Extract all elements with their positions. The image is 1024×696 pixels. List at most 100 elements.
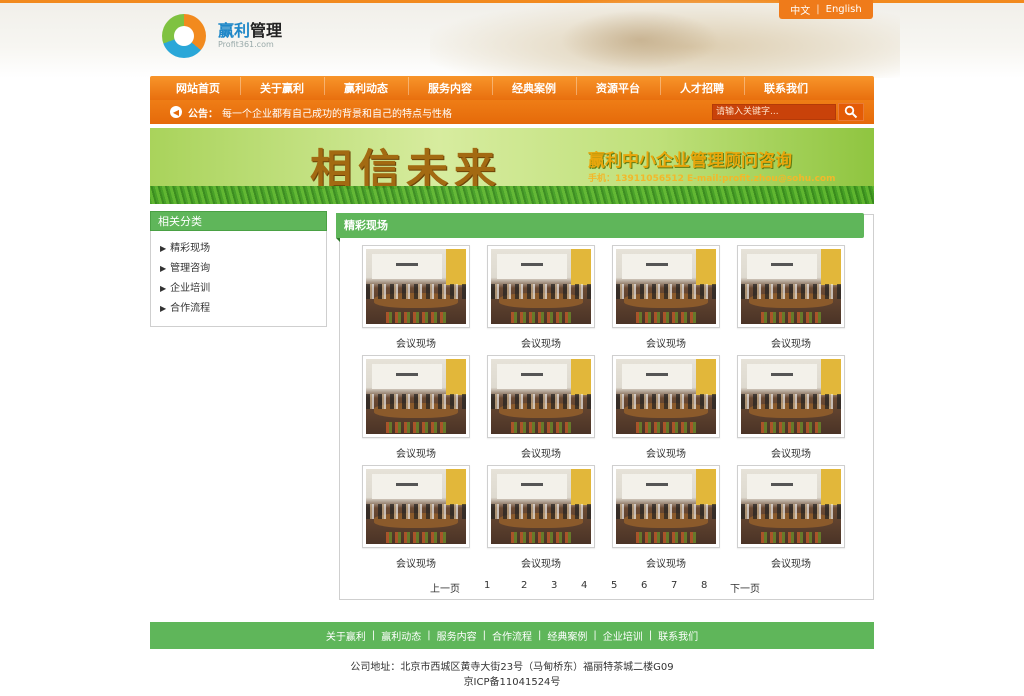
gallery-item[interactable]: 会议现场 xyxy=(612,465,720,570)
page-link[interactable]: 6 xyxy=(641,580,647,591)
gallery-thumbnail[interactable] xyxy=(362,465,470,548)
gallery-item[interactable]: 会议现场 xyxy=(487,245,595,350)
main-nav: 网站首页 关于赢利 赢利动态 服务内容 经典案例 资源平台 人才招聘 联系我们 xyxy=(150,76,874,100)
gallery-thumbnail[interactable] xyxy=(612,465,720,548)
gallery-item[interactable]: 会议现场 xyxy=(737,355,845,460)
gallery-thumbnail[interactable] xyxy=(487,465,595,548)
gallery-caption[interactable]: 会议现场 xyxy=(362,555,470,570)
gallery-item[interactable]: 会议现场 xyxy=(487,465,595,570)
footer-link[interactable]: 关于赢利 xyxy=(326,628,366,643)
lang-separator: | xyxy=(816,4,820,15)
sidebar-item[interactable]: ▶ 精彩现场 xyxy=(160,239,326,259)
meeting-photo xyxy=(366,469,466,544)
site-logo[interactable]: 赢利管理 Profit361.com xyxy=(162,14,282,58)
gallery-item[interactable]: 会议现场 xyxy=(362,245,470,350)
sidebar-item[interactable]: ▶ 管理咨询 xyxy=(160,259,326,279)
gallery-caption[interactable]: 会议现场 xyxy=(737,335,845,350)
notice-text[interactable]: 每一个企业都有自己成功的背景和自己的特点与性格 xyxy=(222,105,452,120)
page-link[interactable]: 1 xyxy=(484,580,490,591)
next-page-link[interactable]: 下一页 xyxy=(730,580,760,595)
gallery-caption[interactable]: 会议现场 xyxy=(487,335,595,350)
meeting-photo xyxy=(491,249,591,324)
gallery-thumbnail[interactable] xyxy=(487,355,595,438)
nav-item-services[interactable]: 服务内容 xyxy=(408,77,492,96)
lang-zh-link[interactable]: 中文 xyxy=(790,2,810,17)
content-title: 精彩现场 xyxy=(336,213,864,242)
nav-item-jobs[interactable]: 人才招聘 xyxy=(660,77,744,96)
gallery-thumbnail[interactable] xyxy=(612,245,720,328)
footer-separator: | xyxy=(648,630,653,641)
lang-en-link[interactable]: English xyxy=(826,4,862,15)
page-link[interactable]: 3 xyxy=(551,580,557,591)
gallery-thumbnail[interactable] xyxy=(362,355,470,438)
gallery-item[interactable]: 会议现场 xyxy=(612,245,720,350)
gallery-caption[interactable]: 会议现场 xyxy=(362,445,470,460)
page-link[interactable]: 8 xyxy=(701,580,707,591)
logo-name: 赢利管理 xyxy=(218,22,282,40)
banner-grass xyxy=(150,186,874,204)
meeting-photo xyxy=(616,249,716,324)
notice-bar: ◀ 公告： 每一个企业都有自己成功的背景和自己的特点与性格 xyxy=(150,100,874,124)
gallery-item[interactable]: 会议现场 xyxy=(487,355,595,460)
footer-link[interactable]: 合作流程 xyxy=(492,628,532,643)
gallery-thumbnail[interactable] xyxy=(362,245,470,328)
footer-link[interactable]: 经典案例 xyxy=(547,628,587,643)
gallery-caption[interactable]: 会议现场 xyxy=(612,445,720,460)
gallery-item[interactable]: 会议现场 xyxy=(737,465,845,570)
nav-item-about[interactable]: 关于赢利 xyxy=(240,77,324,96)
sidebar-item[interactable]: ▶ 合作流程 xyxy=(160,299,326,319)
gallery-thumbnail[interactable] xyxy=(737,245,845,328)
footer-info: 公司地址：北京市西城区黄寺大街23号（马甸桥东）福丽特茶城二楼G09 京ICP备… xyxy=(150,660,874,690)
page-link[interactable]: 4 xyxy=(581,580,587,591)
gallery-thumbnail[interactable] xyxy=(612,355,720,438)
gallery-thumbnail[interactable] xyxy=(737,355,845,438)
logo-name-blue: 赢利 xyxy=(218,21,251,40)
footer-link[interactable]: 联系我们 xyxy=(658,628,698,643)
magnifier-icon xyxy=(844,105,858,119)
logo-text: 赢利管理 Profit361.com xyxy=(218,22,282,50)
icp-number[interactable]: 京ICP备11041524号 xyxy=(150,675,874,690)
nav-item-cases[interactable]: 经典案例 xyxy=(492,77,576,96)
gallery-caption[interactable]: 会议现场 xyxy=(612,555,720,570)
gallery-thumbnail[interactable] xyxy=(487,245,595,328)
footer-nav: 关于赢利 | 赢利动态 | 服务内容 | 合作流程 | 经典案例 | 企业培训 | 联系我们 xyxy=(150,622,874,649)
footer-separator: | xyxy=(482,630,486,641)
search-input[interactable] xyxy=(712,104,836,120)
sidebar-title: 相关分类 xyxy=(150,211,327,231)
chevron-right-icon: ▶ xyxy=(160,284,167,293)
nav-item-resources[interactable]: 资源平台 xyxy=(576,77,660,96)
gallery-caption[interactable]: 会议现场 xyxy=(362,335,470,350)
banner-contact: 手机：13911056512 E-mail:profit.zhou@sohu.c… xyxy=(588,174,836,184)
nav-item-contact[interactable]: 联系我们 xyxy=(744,77,828,96)
sidebar-item[interactable]: ▶ 企业培训 xyxy=(160,279,326,299)
footer-link[interactable]: 赢利动态 xyxy=(381,628,421,643)
gallery-caption[interactable]: 会议现场 xyxy=(487,445,595,460)
chevron-right-icon: ▶ xyxy=(160,264,167,273)
gallery-thumbnail[interactable] xyxy=(737,465,845,548)
language-switcher: 中文 | English xyxy=(779,0,873,19)
hero-banner: 相信未来 赢利中小企业管理顾问咨询 手机：13911056512 E-mail:… xyxy=(150,128,874,204)
footer-separator: | xyxy=(593,630,597,641)
footer-link[interactable]: 服务内容 xyxy=(437,628,477,643)
prev-page-link[interactable]: 上一页 xyxy=(430,580,460,595)
gallery-item[interactable]: 会议现场 xyxy=(612,355,720,460)
sidebar-item-label: 合作流程 xyxy=(170,303,211,314)
footer-separator: | xyxy=(371,630,376,641)
company-address: 公司地址：北京市西城区黄寺大街23号（马甸桥东）福丽特茶城二楼G09 xyxy=(350,662,674,673)
page-link[interactable]: 2 xyxy=(521,580,527,591)
sidebar-item-label: 管理咨询 xyxy=(170,263,211,274)
nav-item-news[interactable]: 赢利动态 xyxy=(324,77,408,96)
page-link[interactable]: 7 xyxy=(671,580,677,591)
gallery-caption[interactable]: 会议现场 xyxy=(737,445,845,460)
gallery-item[interactable]: 会议现场 xyxy=(362,355,470,460)
page-link[interactable]: 5 xyxy=(611,580,617,591)
search-button[interactable] xyxy=(838,103,864,121)
nav-item-home[interactable]: 网站首页 xyxy=(156,80,240,96)
chevron-right-icon: ▶ xyxy=(160,304,167,313)
gallery-caption[interactable]: 会议现场 xyxy=(737,555,845,570)
gallery-caption[interactable]: 会议现场 xyxy=(612,335,720,350)
gallery-item[interactable]: 会议现场 xyxy=(362,465,470,570)
gallery-item[interactable]: 会议现场 xyxy=(737,245,845,350)
footer-link[interactable]: 企业培训 xyxy=(603,628,643,643)
gallery-caption[interactable]: 会议现场 xyxy=(487,555,595,570)
